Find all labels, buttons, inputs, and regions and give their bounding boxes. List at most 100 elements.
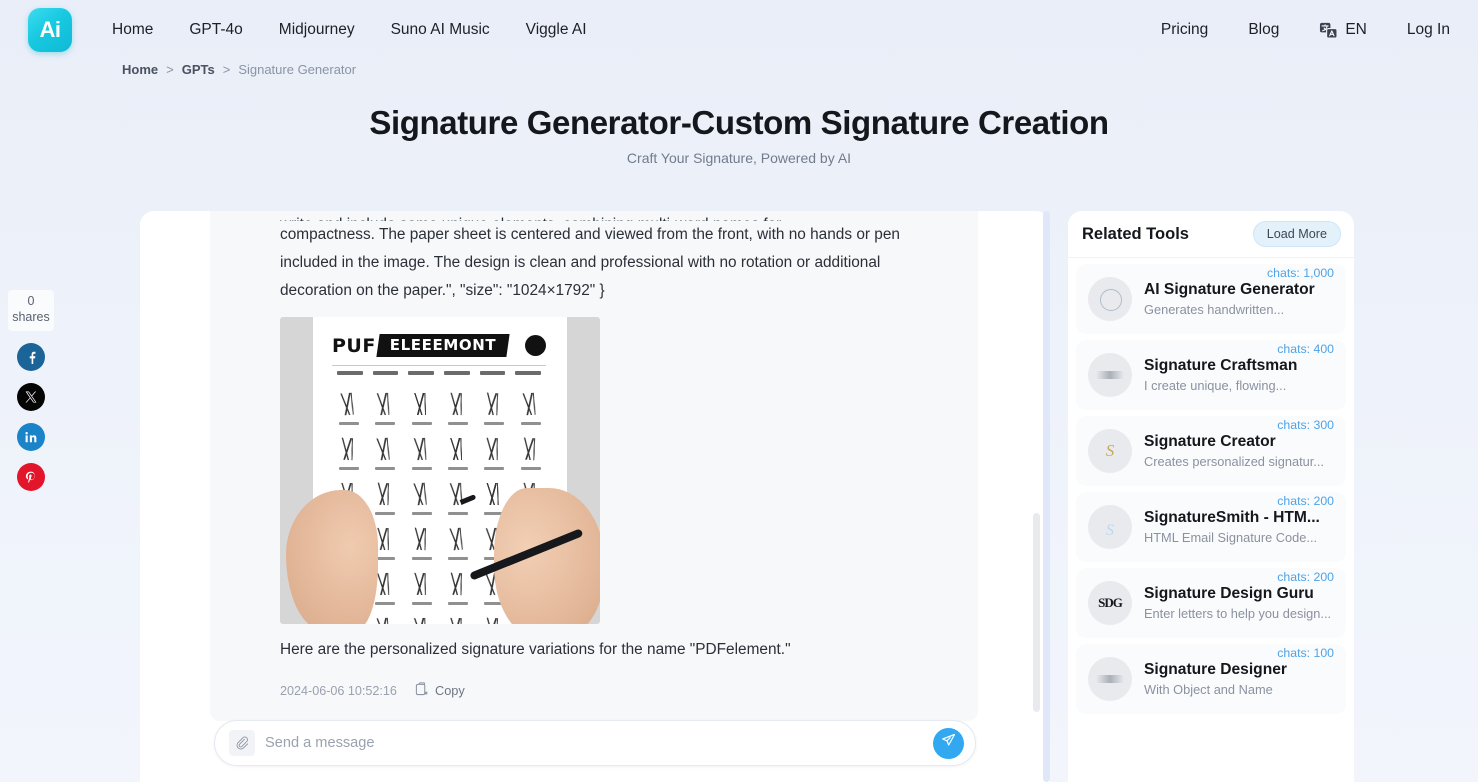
message-input[interactable] [265,735,933,751]
nav-item-midjourney[interactable]: Midjourney [279,21,355,39]
related-tool-name: Signature Creator [1144,433,1276,450]
nav-item-blog[interactable]: Blog [1248,21,1279,39]
signature-cell [512,387,548,432]
social-share-rail: 0 shares [8,290,54,491]
signature-mark [478,392,509,416]
chat-message-caption: Here are the personalized signature vari… [280,641,791,658]
signature-column-header [444,371,470,375]
related-tools-header: Related Tools Load More [1068,211,1354,258]
signature-caption-line [447,422,468,425]
signature-mark [406,617,436,624]
signature-cell [475,387,511,432]
signature-caption-line [411,467,432,470]
translate-icon [1319,21,1338,40]
chat-scrollbar-track[interactable] [1043,211,1050,782]
signature-mark [478,437,509,461]
breadcrumb-home[interactable]: Home [122,62,158,77]
related-tool-name: AI Signature Generator [1144,281,1315,298]
chat-message-meta: 2024-06-06 10:52:16 Copy [280,682,978,699]
signature-column-header [515,371,542,375]
related-tool-item[interactable]: chats: 100 Signature Designer With Object … [1076,644,1346,714]
signature-mark [369,392,400,416]
related-tool-item[interactable]: chats: 300Signature Creator Creates perso… [1076,416,1346,486]
nav-item-gpt4o[interactable]: GPT-4o [189,21,242,39]
nav-item-suno-ai-music[interactable]: Suno AI Music [391,21,490,39]
signature-column-headers [332,371,546,375]
related-tool-item[interactable]: chats: 200Signature Design Guru Enter let… [1076,568,1346,638]
breadcrumb-gpts[interactable]: GPTs [182,62,215,77]
related-tool-description: With Object and Name [1144,682,1273,697]
signature-caption-line [375,602,396,605]
signature-mark [406,393,435,415]
signature-cell [439,612,475,624]
load-more-button[interactable]: Load More [1252,221,1341,247]
signature-cell [366,432,402,477]
related-tool-avatar [1088,353,1132,397]
signature-cell [439,387,475,432]
nav-item-viggle-ai[interactable]: Viggle AI [526,21,587,39]
secondary-nav: Pricing Blog EN Log In [1161,0,1450,60]
signature-mark [333,437,363,461]
chat-message-text: write and include some unique elements, … [210,211,978,305]
signature-cell [403,432,439,477]
signature-cell [403,387,439,432]
signature-cell [403,567,439,612]
copy-button[interactable]: Copy [415,682,465,699]
signature-mark [406,527,436,551]
signature-mark [478,617,509,624]
signature-caption-line [375,557,396,560]
related-tool-name: Signature Design Guru [1144,585,1314,602]
signature-mark [515,392,545,416]
signature-cell [330,387,366,432]
chat-message-bubble: write and include some unique elements, … [210,211,978,721]
linkedin-share-icon[interactable] [17,423,45,451]
x-share-icon[interactable] [17,383,45,411]
site-logo[interactable]: Ai [28,8,72,52]
page-title: Signature Generator-Custom Signature Cre… [369,104,1109,141]
related-tool-chats: chats: 200 [1277,570,1334,584]
signature-column-header [408,371,435,375]
signature-row [330,432,548,477]
signature-mark [442,438,472,460]
chat-scrollbar-thumb[interactable] [1033,513,1040,712]
signature-mark [405,482,436,506]
signature-caption-line [520,422,541,425]
signature-cell [403,612,439,624]
signature-caption-line [520,467,541,470]
signature-caption-line [447,557,468,560]
paperclip-icon[interactable] [229,730,255,756]
related-tool-chats: chats: 1,000 [1267,266,1334,280]
signature-column-header [479,371,506,375]
signature-header-band: ELEEEMONT [376,334,510,357]
related-tool-item[interactable]: chats: 200SignatureSmith - HTM... HTML Em… [1076,492,1346,562]
related-tool-item[interactable]: chats: 400 Signature Craftsman I create un… [1076,340,1346,410]
language-label: EN [1345,21,1367,38]
language-switcher[interactable]: EN [1319,21,1367,40]
signature-mark [442,527,473,551]
login-button[interactable]: Log In [1407,21,1450,39]
signature-caption-line [375,512,396,515]
signature-caption-line [447,467,468,470]
related-tool-name: SignatureSmith - HTM... [1144,509,1320,526]
related-tool-text: Signature Designer With Object and Name [1144,661,1295,697]
signature-column-header [337,371,363,375]
related-tools-title: Related Tools [1082,224,1189,243]
signature-caption-line [484,422,505,425]
related-tool-item[interactable]: chats: 1,000 AI Signature Generator Genera… [1076,264,1346,334]
related-tool-chats: chats: 300 [1277,418,1334,432]
related-tools-list: chats: 1,000 AI Signature Generator Genera… [1068,264,1354,714]
related-tool-text: Signature Craftsman I create unique, flow… [1144,357,1305,393]
related-tool-name: Signature Craftsman [1144,357,1298,374]
pinterest-share-icon[interactable] [17,463,45,491]
signature-mark [369,617,400,624]
nav-item-pricing[interactable]: Pricing [1161,21,1208,39]
related-tools-panel: Related Tools Load More chats: 1,000 AI S… [1068,211,1354,782]
send-button[interactable] [933,727,964,759]
signature-caption-line [447,512,468,515]
facebook-share-icon[interactable] [17,343,45,371]
nav-item-home[interactable]: Home [112,21,153,39]
related-tool-text: Signature Creator Creates personalized si… [1144,433,1332,469]
signature-mark [442,572,472,596]
message-composer [214,720,976,766]
generated-signature-image[interactable]: PUF ELEEEMONT [280,317,600,624]
